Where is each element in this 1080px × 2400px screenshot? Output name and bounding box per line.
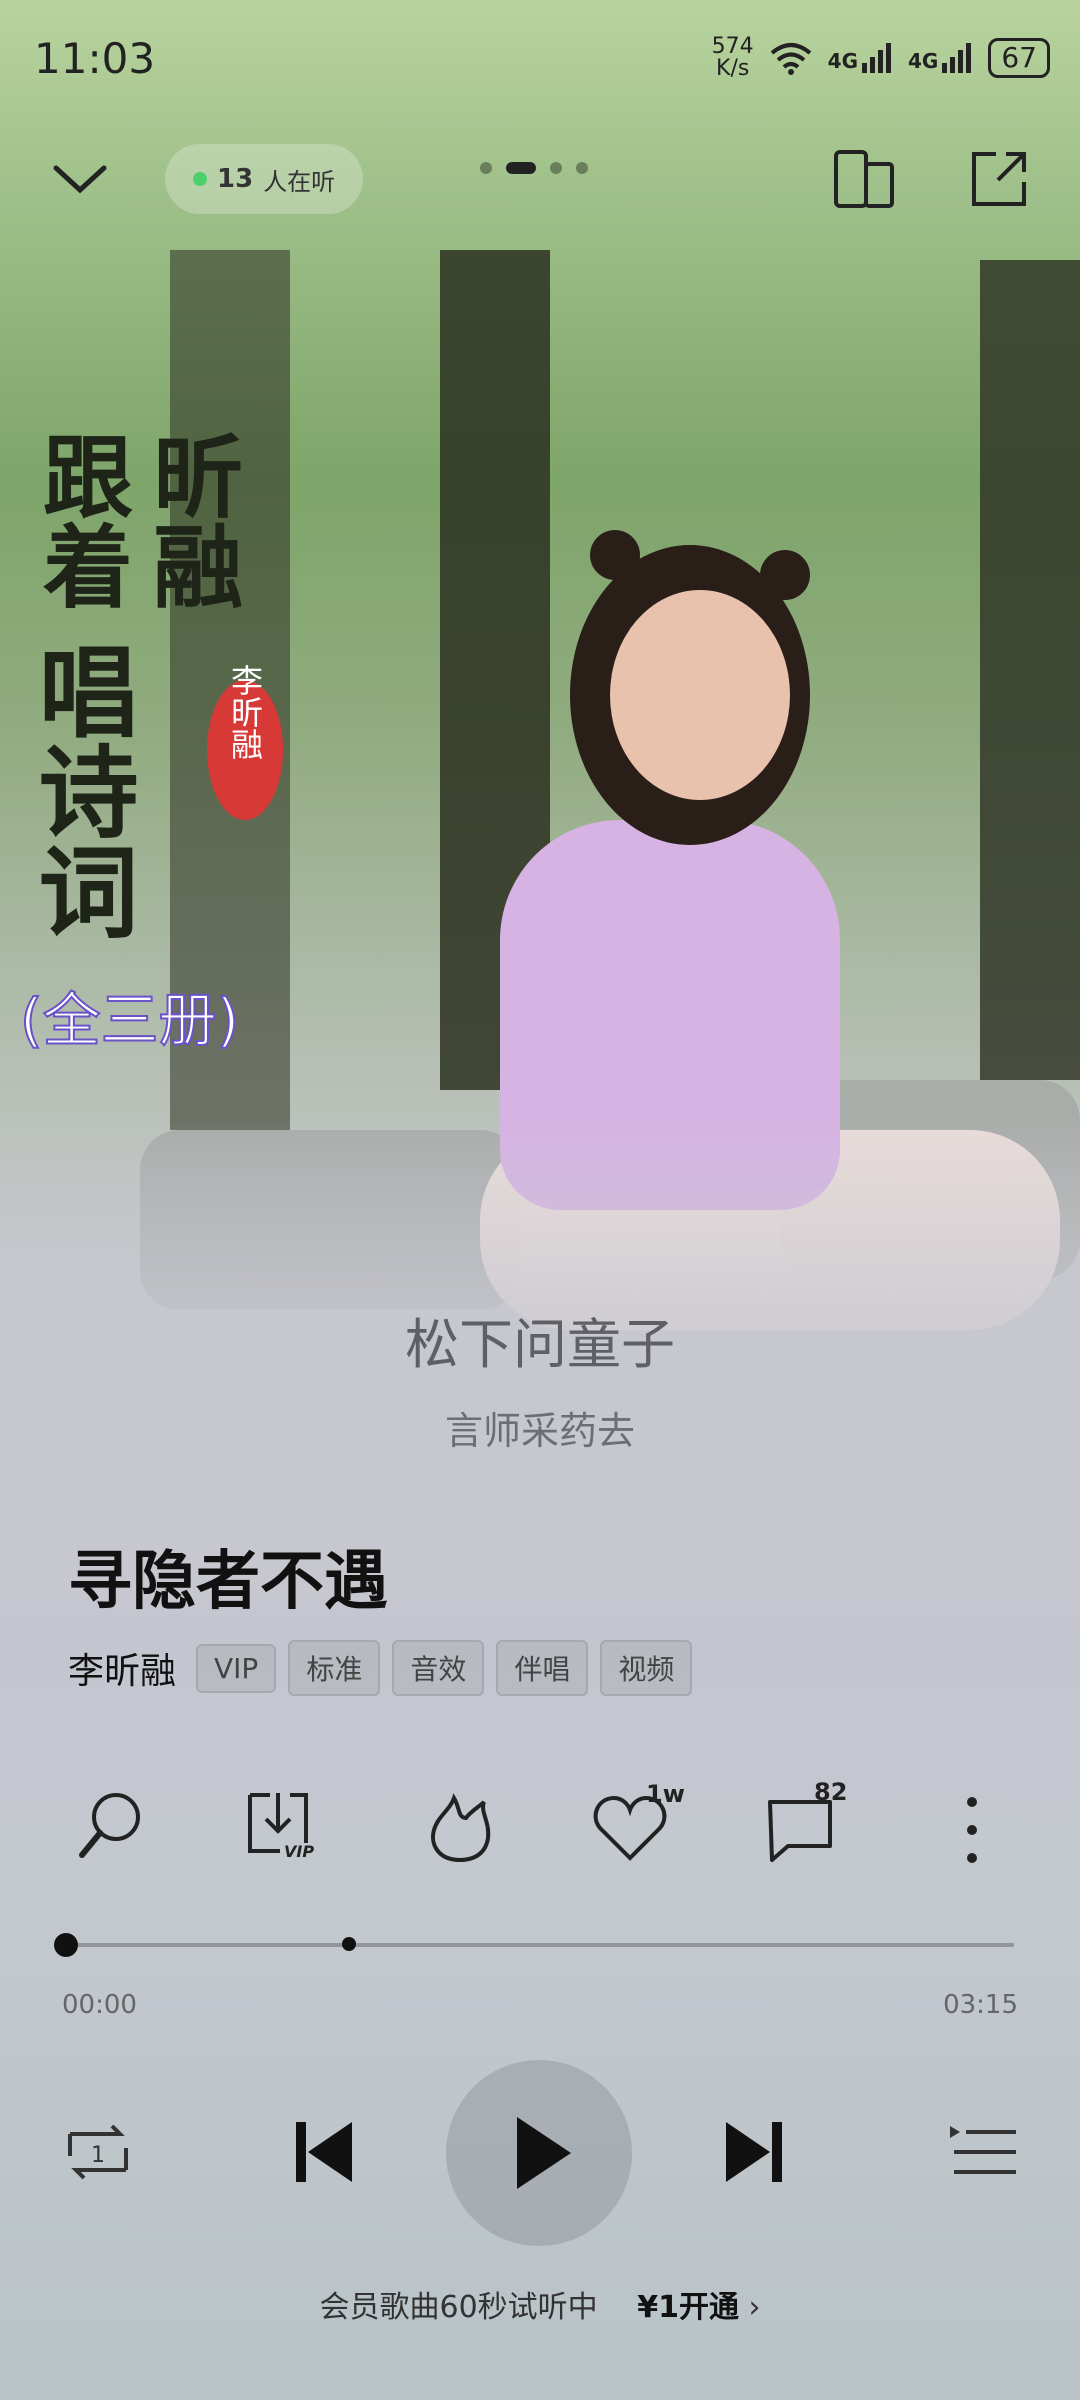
progress-bar[interactable]	[54, 1933, 1014, 1957]
page-dot	[480, 162, 492, 174]
cover-title-line2: 昕融	[137, 430, 243, 610]
trial-price[interactable]: ¥1开通	[637, 2290, 739, 2325]
cover-title-art: 跟着 昕融 唱诗词 李昕融 (全三册)	[20, 430, 283, 1055]
sing-microphone-icon[interactable]	[70, 1785, 150, 1865]
device-switch-icon[interactable]	[832, 146, 898, 212]
vip-trial-banner[interactable]: 会员歌曲60秒试听中 ¥1开通 ›	[0, 2282, 1080, 2326]
cover-title-line1: 跟着	[27, 430, 133, 610]
cover-title-line3: 唱诗词	[21, 640, 139, 940]
listener-count: 13	[217, 164, 254, 194]
tag-sound-effect[interactable]: 音效	[392, 1640, 485, 1696]
tag-vip[interactable]: VIP	[196, 1643, 277, 1693]
repeat-one-icon[interactable]: 1	[58, 2112, 138, 2192]
page-dot	[576, 162, 588, 174]
signal-sim1: 4G	[828, 43, 892, 73]
tag-video[interactable]: 视频	[600, 1640, 693, 1696]
flame-icon[interactable]	[420, 1788, 500, 1868]
svg-text:VIP: VIP	[284, 1842, 314, 1861]
page-dot	[550, 162, 562, 174]
signal-bars-icon	[942, 43, 972, 73]
more-icon[interactable]	[932, 1790, 1012, 1870]
total-time: 03:15	[943, 1990, 1018, 2020]
trial-text: 会员歌曲60秒试听中	[319, 2290, 598, 2325]
share-icon[interactable]	[966, 146, 1032, 212]
current-time: 00:00	[62, 1990, 137, 2020]
song-title: 寻隐者不遇	[68, 1545, 388, 1619]
page-dot-active	[506, 162, 536, 174]
artist-name[interactable]: 李昕融	[68, 1642, 176, 1694]
download-vip-icon[interactable]: VIP	[240, 1785, 320, 1865]
battery-indicator: 67	[988, 38, 1050, 78]
next-track-icon[interactable]	[716, 2112, 796, 2192]
playlist-icon[interactable]	[944, 2112, 1024, 2192]
svg-text:1: 1	[91, 2143, 105, 2168]
listener-label: 人在听	[263, 167, 336, 196]
live-dot-icon	[193, 172, 207, 186]
chevron-down-icon[interactable]	[50, 150, 110, 210]
status-time: 11:03	[34, 34, 156, 83]
tag-karaoke[interactable]: 伴唱	[496, 1640, 589, 1696]
page-indicator	[480, 162, 588, 174]
chevron-right-icon: ›	[748, 2290, 761, 2325]
status-bar: 11:03 574 K/s 4G 4G 67	[0, 30, 1080, 90]
play-icon	[517, 2117, 571, 2189]
lyric-next[interactable]: 言师采药去	[0, 1400, 1080, 1455]
lyric-current[interactable]: 松下问童子	[0, 1300, 1080, 1379]
net-speed-unit: K/s	[716, 56, 750, 81]
like-count: 1w	[646, 1780, 685, 1808]
previous-track-icon[interactable]	[282, 2112, 362, 2192]
net-speed-value: 574	[711, 34, 754, 59]
tag-quality[interactable]: 标准	[288, 1640, 381, 1696]
playback-controls: 1	[0, 2060, 1080, 2250]
comment-count: 82	[814, 1778, 848, 1806]
signal-bars-icon	[862, 43, 892, 73]
trial-end-marker	[342, 1937, 356, 1951]
action-row: VIP 1w 82	[0, 1778, 1080, 1870]
status-icons: 574 K/s 4G 4G 67	[712, 36, 1050, 80]
signal-sim2: 4G	[908, 43, 972, 73]
song-meta: 李昕融 VIP 标准 音效 伴唱 视频	[68, 1640, 693, 1696]
cover-subtitle: (全三册)	[20, 986, 239, 1054]
play-button[interactable]	[446, 2060, 632, 2246]
cover-seal: 李昕融	[226, 664, 264, 760]
progress-knob[interactable]	[54, 1933, 78, 1957]
player-header: 13 人在听	[0, 140, 1080, 220]
listener-count-pill[interactable]: 13 人在听	[165, 144, 364, 214]
wifi-icon	[770, 43, 811, 75]
